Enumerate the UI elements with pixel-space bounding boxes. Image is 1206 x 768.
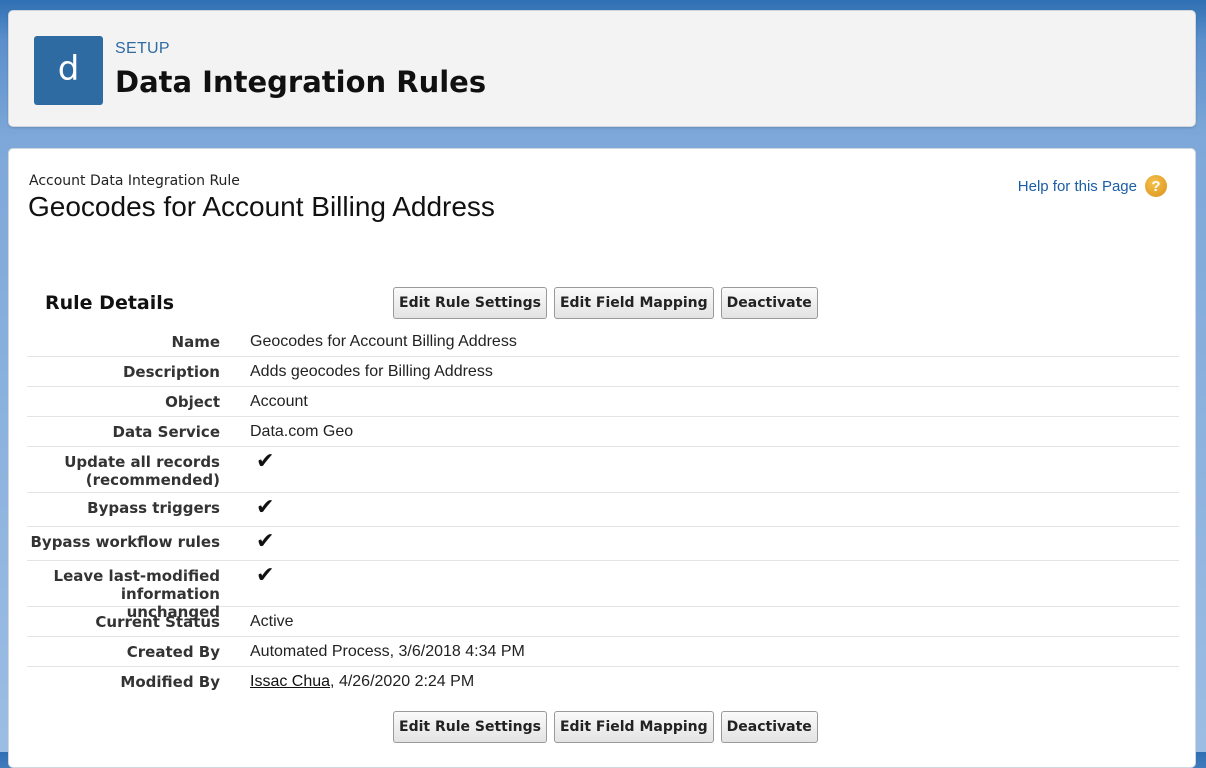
data-service-value: Data.com Geo bbox=[250, 423, 354, 440]
modified-by-label: Modified By bbox=[120, 673, 220, 691]
rule-details-list: Name Geocodes for Account Billing Addres… bbox=[27, 327, 1179, 697]
setup-label: SETUP bbox=[115, 40, 170, 57]
detail-row-created-by: Created By Automated Process, 3/6/2018 4… bbox=[27, 637, 1179, 667]
detail-row-leave-last-modified: Leave last-modified information unchange… bbox=[27, 561, 1179, 621]
data-service-label: Data Service bbox=[112, 423, 220, 441]
checkmark-icon: ✔ bbox=[256, 495, 275, 520]
detail-row-bypass-workflow-rules: Bypass workflow rules ✔ bbox=[27, 527, 1179, 561]
bottom-button-row: Edit Rule Settings Edit Field Mapping De… bbox=[393, 711, 818, 743]
detail-row-modified-by: Modified By Issac Chua, 4/26/2020 2:24 P… bbox=[27, 667, 1179, 697]
detail-row-update-all-records: Update all records (recommended) ✔ bbox=[27, 447, 1179, 493]
leave-last-modified-value: ✔ bbox=[250, 561, 1179, 606]
detail-row-bypass-triggers: Bypass triggers ✔ bbox=[27, 493, 1179, 527]
checkmark-icon: ✔ bbox=[256, 529, 275, 554]
checkmark-icon: ✔ bbox=[256, 563, 275, 588]
current-status-label: Current Status bbox=[95, 613, 220, 631]
deactivate-button[interactable]: Deactivate bbox=[720, 711, 818, 743]
bypass-workflow-rules-value: ✔ bbox=[250, 527, 1179, 560]
edit-field-mapping-button[interactable]: Edit Field Mapping bbox=[553, 711, 714, 743]
rule-detail-card: Account Data Integration Rule Geocodes f… bbox=[8, 148, 1196, 768]
detail-row-data-service: Data Service Data.com Geo bbox=[27, 417, 1179, 447]
setup-app-icon: d bbox=[34, 36, 103, 105]
rule-details-section-title: Rule Details bbox=[45, 292, 175, 314]
help-link-label: Help for this Page bbox=[1017, 177, 1137, 195]
modified-by-value: Issac Chua, 4/26/2020 2:24 PM bbox=[250, 667, 1179, 697]
record-title: Geocodes for Account Billing Address bbox=[28, 191, 495, 222]
detail-row-object: Object Account bbox=[27, 387, 1179, 417]
object-value: Account bbox=[250, 393, 308, 410]
name-value: Geocodes for Account Billing Address bbox=[250, 333, 517, 350]
detail-row-description: Description Adds geocodes for Billing Ad… bbox=[27, 357, 1179, 387]
current-status-value: Active bbox=[250, 613, 294, 630]
update-all-records-label: Update all records (recommended) bbox=[64, 453, 220, 489]
record-type-label: Account Data Integration Rule bbox=[29, 173, 240, 189]
description-label: Description bbox=[122, 363, 220, 381]
deactivate-button[interactable]: Deactivate bbox=[720, 287, 818, 319]
top-button-row: Edit Rule Settings Edit Field Mapping De… bbox=[393, 287, 818, 319]
help-for-this-page-link[interactable]: Help for this Page ? bbox=[1018, 175, 1167, 197]
modified-by-date: , 4/26/2020 2:24 PM bbox=[330, 673, 475, 690]
edit-rule-settings-button[interactable]: Edit Rule Settings bbox=[393, 287, 547, 319]
name-label: Name bbox=[171, 333, 220, 351]
modified-by-user-link[interactable]: Issac Chua bbox=[250, 673, 330, 690]
leave-last-modified-label: Leave last-modified information unchange… bbox=[53, 567, 220, 621]
created-by-value: Automated Process, 3/6/2018 4:34 PM bbox=[250, 643, 525, 660]
detail-row-name: Name Geocodes for Account Billing Addres… bbox=[27, 327, 1179, 357]
setup-header: d SETUP Data Integration Rules bbox=[8, 10, 1196, 127]
checkmark-icon: ✔ bbox=[256, 449, 275, 474]
update-all-records-value: ✔ bbox=[250, 447, 1179, 492]
edit-field-mapping-button[interactable]: Edit Field Mapping bbox=[553, 287, 714, 319]
object-label: Object bbox=[165, 393, 220, 411]
page-title: Data Integration Rules bbox=[115, 65, 487, 99]
help-icon[interactable]: ? bbox=[1145, 175, 1167, 197]
bypass-triggers-label: Bypass triggers bbox=[87, 499, 220, 517]
description-value: Adds geocodes for Billing Address bbox=[250, 363, 493, 380]
edit-rule-settings-button[interactable]: Edit Rule Settings bbox=[393, 711, 547, 743]
detail-row-current-status: Current Status Active bbox=[27, 607, 1179, 637]
created-by-label: Created By bbox=[126, 643, 220, 661]
bypass-triggers-value: ✔ bbox=[250, 493, 1179, 526]
bypass-workflow-rules-label: Bypass workflow rules bbox=[30, 533, 220, 551]
